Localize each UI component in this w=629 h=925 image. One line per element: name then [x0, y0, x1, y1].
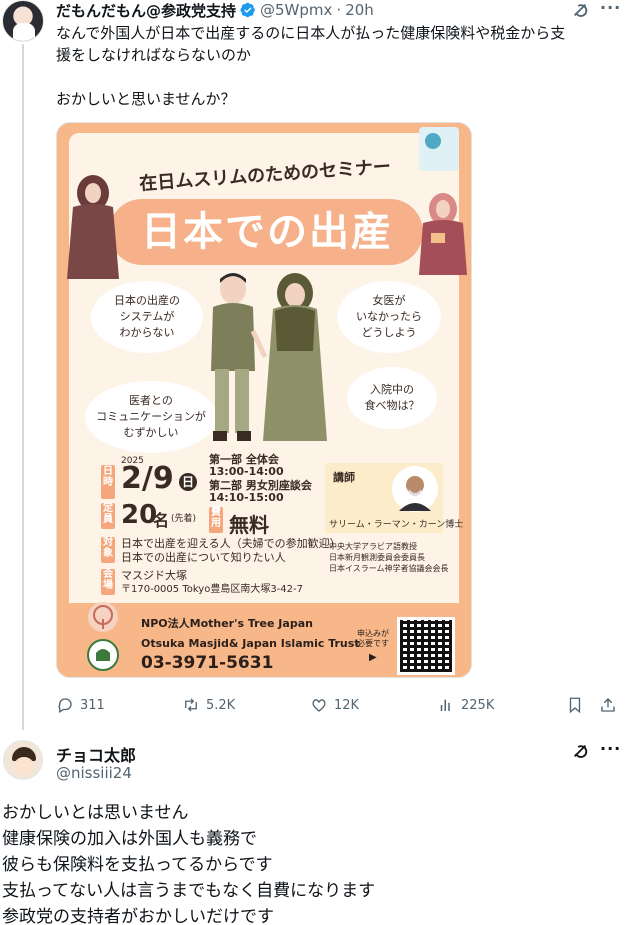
session1-time: 13:00-14:00	[209, 465, 284, 478]
more-options-icon[interactable]: ···	[600, 739, 621, 758]
tweet-image-poster[interactable]: 在日ムスリムのためのセミナー 日本での出産 日本の出産の システムが わからない…	[56, 122, 472, 678]
organizer-name: Otsuka Masjid& Japan Islamic Trust	[141, 637, 360, 650]
lecturer-title: 日本新月観測委員会委員長	[329, 553, 425, 562]
reply-author-avatar[interactable]	[3, 740, 43, 780]
tag-target: 対象	[101, 537, 115, 563]
woman-figure-right-illustration	[419, 193, 467, 275]
lecturer-label: 講師	[333, 471, 355, 484]
tweet-text-line: なんで外国人が日本で出産するのに日本人が払った健康保険料や税金から支	[56, 24, 566, 42]
repost-action[interactable]: 5.2K	[182, 696, 235, 714]
repost-count: 5.2K	[206, 697, 236, 713]
tweet-text-line: 援をしなければならないのか	[56, 46, 252, 64]
reply-text-line: 健康保険の加入は外国人も義務で	[2, 829, 257, 849]
verified-badge-icon	[240, 2, 255, 18]
organizer-name: NPO法人Mother's Tree Japan	[141, 617, 313, 630]
reply-text-line: 参政党の支持者がおかしいだけです	[2, 907, 274, 925]
heart-icon	[312, 699, 326, 712]
lecturer-title: 日本イスラーム神学者協議会会長	[329, 564, 449, 573]
concern-bubble: 日本の出産の システムが わからない	[91, 281, 203, 353]
lecturer-title: 中央大学アラビア語教授	[329, 542, 417, 551]
organizer-phone: 03-3971-5631	[141, 653, 274, 673]
share-action[interactable]	[599, 696, 617, 714]
play-arrow-icon: ▶	[369, 652, 377, 663]
poster-capacity-unit: 名	[153, 511, 170, 530]
tweet-text: なんで外国人が日本で出産するのに日本人が払った健康保険料や税金から支 援をしなけ…	[56, 22, 616, 110]
views-chart-icon	[440, 699, 450, 711]
reply-action[interactable]: 311	[56, 696, 105, 714]
bookmark-icon	[569, 697, 581, 714]
qr-code	[397, 617, 455, 675]
grok-icon[interactable]	[571, 1, 589, 19]
masjid-logo	[87, 639, 119, 671]
tweet-header: だもんだもん@参政党支持 @5Wpmx · 20h	[56, 0, 374, 20]
dot-separator: ·	[336, 1, 342, 19]
repost-icon	[185, 698, 197, 712]
reply-text: おかしいとは思いません 健康保険の加入は外国人も義務で 彼らも保険料を支払ってる…	[2, 800, 622, 925]
session2-time: 14:10-15:00	[209, 491, 284, 504]
poster-org-logo	[419, 127, 459, 171]
share-icon	[601, 698, 615, 712]
reply-text-line: おかしいとは思いません	[2, 803, 189, 823]
reply-text-line: 彼らも保険料を支払ってるからです	[2, 855, 273, 875]
tweet-timestamp[interactable]: 20h	[345, 1, 374, 19]
venue-name: マスジド大塚	[121, 569, 187, 582]
target-line: 日本で出産を迎える人（夫婦での参加歓迎）	[121, 537, 341, 550]
reply-author-name[interactable]: チョコ太郎	[56, 742, 136, 766]
poster-fee: 無料	[229, 513, 269, 537]
concern-bubble: 入院中の 食べ物は？	[347, 367, 437, 429]
author-avatar[interactable]	[2, 0, 44, 42]
lecturer-name: サリーム・ラーマン・カーン博士	[329, 520, 464, 530]
views-action[interactable]: 225K	[437, 696, 494, 714]
original-tweet[interactable]: だもんだもん@参政党支持 @5Wpmx · 20h ··· なんで外国人が日本で…	[0, 0, 629, 730]
poster-title: 日本での出産	[141, 209, 393, 255]
tag-capacity: 定員	[101, 503, 115, 529]
poster-day: 日	[179, 473, 197, 491]
poster-capacity: 20	[121, 500, 158, 530]
target-line: 日本での出産について知りたい人	[121, 551, 286, 564]
more-options-icon[interactable]: ···	[600, 0, 621, 17]
like-count: 12K	[334, 697, 360, 713]
author-name[interactable]: だもんだもん@参政党支持	[56, 0, 236, 21]
views-count: 225K	[461, 697, 495, 713]
reply-count: 311	[80, 697, 105, 713]
venue-address: 〒170-0005 Tokyo豊島区南大塚3-42-7	[121, 584, 303, 595]
tag-date: 日時	[101, 465, 115, 499]
reply-icon	[58, 698, 72, 713]
tag-venue: 会場	[101, 569, 115, 595]
thread-connector-line	[22, 44, 24, 730]
tweet-text-line: おかしいと思いませんか？	[56, 90, 236, 108]
grok-icon[interactable]	[571, 742, 589, 760]
apply-note: 申込みが 必要です	[357, 629, 389, 648]
couple-illustration	[211, 273, 327, 441]
bookmark-action[interactable]	[566, 696, 584, 714]
mothers-tree-logo	[88, 602, 118, 632]
tag-fee: 費用	[209, 507, 223, 533]
woman-figure-left-illustration	[67, 175, 119, 279]
reply-author-handle[interactable]: @nissiii24	[56, 764, 132, 782]
lecturer-photo	[392, 466, 438, 512]
concern-bubble: 女医が いなかったら どうしよう	[337, 281, 441, 353]
poster-capacity-note: (先着)	[171, 514, 197, 524]
poster-date: 2/9	[121, 461, 174, 496]
reply-text-line: 支払ってない人は言うまでもなく自費になります	[2, 881, 376, 901]
like-action[interactable]: 12K	[310, 696, 359, 714]
author-handle[interactable]: @5Wpmx	[260, 1, 332, 19]
